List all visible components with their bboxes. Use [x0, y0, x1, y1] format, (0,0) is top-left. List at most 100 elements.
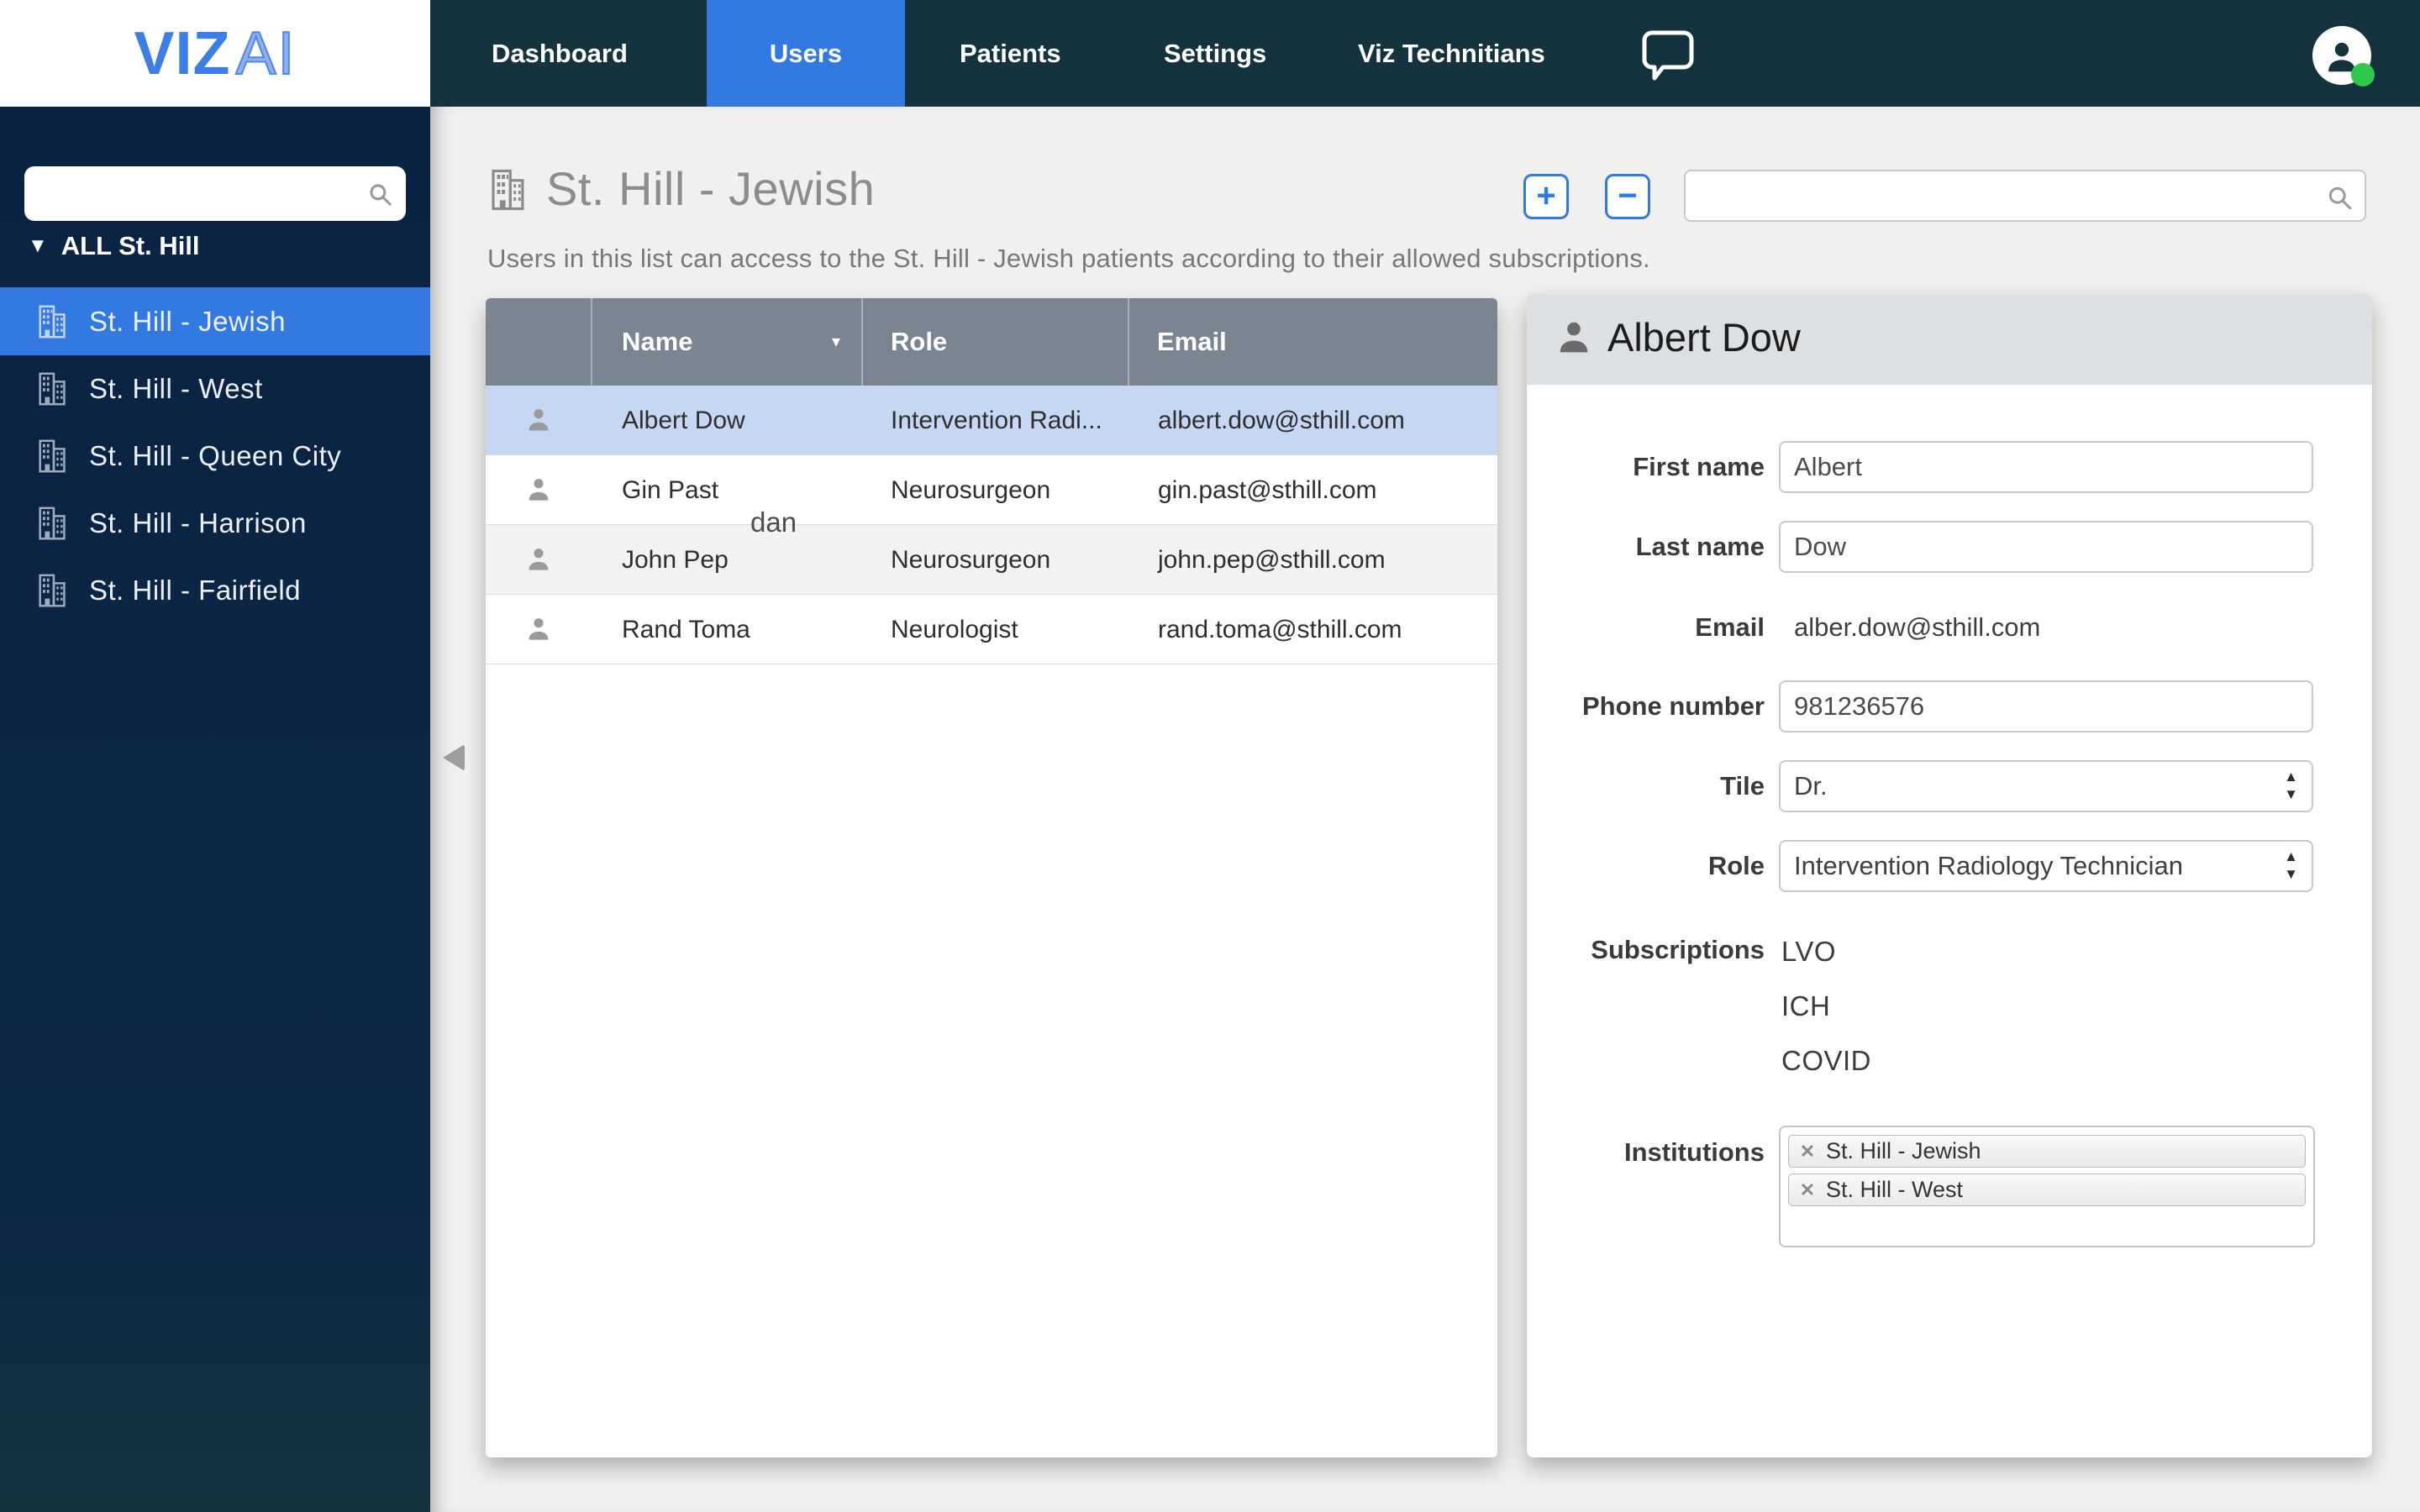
sidebar-item-st-hill-west[interactable]: St. Hill - West [0, 354, 430, 423]
table-row[interactable]: John Pep dan Neurosurgeon john.pep@sthil… [486, 507, 1497, 595]
institutions-label: Institutions [1623, 1137, 1765, 1167]
last-name-field-box [1779, 521, 2313, 573]
detail-user-name: Albert Dow [1607, 315, 1801, 360]
person-icon [523, 474, 555, 510]
cell-role: Intervention Radi... [891, 407, 1102, 434]
buildings-icon [34, 437, 72, 475]
online-status-dot [2351, 63, 2375, 87]
person-icon [1552, 316, 1596, 364]
nav-item-dashboard[interactable]: Dashboard [492, 0, 628, 107]
institution-tag: ✕ St. Hill - West [1788, 1173, 2306, 1206]
cell-name: Rand Toma [622, 616, 750, 643]
person-icon [523, 543, 555, 580]
floating-edit-text: dan [750, 507, 797, 538]
cell-role: Neurosurgeon [891, 476, 1051, 504]
column-header-email[interactable]: Email [1157, 298, 1227, 386]
first-name-label: First name [1633, 452, 1765, 481]
users-search [1684, 170, 2366, 222]
title-select-value: Dr. [1794, 771, 1828, 801]
institution-tag-label: St. Hill - Jewish [1826, 1138, 1981, 1163]
logo-ai-text: AI [234, 19, 297, 88]
chat-bubble-icon[interactable] [1640, 29, 1696, 81]
email-label: Email [1695, 612, 1765, 642]
phone-number-field[interactable] [1794, 682, 2265, 731]
remove-user-button[interactable]: − [1605, 174, 1650, 219]
institutions-multiselect[interactable]: ✕ St. Hill - Jewish ✕ St. Hill - West [1779, 1126, 2315, 1247]
cell-name: John Pep [622, 546, 729, 574]
cell-email: gin.past@sthill.com [1158, 476, 1377, 504]
buildings-icon [34, 370, 72, 408]
subscription-item: LVO [1781, 936, 1837, 967]
title-label: Tile [1720, 771, 1765, 801]
cell-email: john.pep@sthill.com [1158, 546, 1386, 574]
sidebar-item-st-hill-fairfield[interactable]: St. Hill - Fairfield [0, 556, 430, 624]
sidebar-item-label: St. Hill - Queen City [89, 439, 342, 471]
sidebar-item-st-hill-jewish[interactable]: St. Hill - Jewish [0, 287, 430, 355]
page-title: St. Hill - Jewish [546, 162, 876, 215]
column-divider [1128, 298, 1129, 386]
page-subtitle: Users in this list can access to the St.… [487, 244, 1650, 273]
role-label: Role [1707, 851, 1765, 880]
users-search-input[interactable] [1699, 171, 2312, 220]
nav-item-patients[interactable]: Patients [960, 0, 1061, 107]
sort-descending-icon[interactable]: ▾ [832, 298, 840, 386]
app-logo: VIZ AI [0, 0, 430, 107]
cell-name: Gin Past [622, 476, 719, 504]
institution-tag: ✕ St. Hill - Jewish [1788, 1135, 2306, 1168]
table-row[interactable]: Gin Past Neurosurgeon gin.past@sthill.co… [486, 455, 1497, 525]
sidebar-search-input[interactable] [39, 166, 359, 221]
person-icon [523, 613, 555, 649]
remove-tag-icon[interactable]: ✕ [1789, 1141, 1826, 1163]
sidebar-item-label: St. Hill - Fairfield [89, 574, 302, 606]
role-select-value: Intervention Radiology Technician [1794, 851, 2184, 880]
spinner-arrows-icon: ▲ ▼ [2284, 848, 2298, 882]
sidebar-search [24, 166, 406, 221]
cell-email: rand.toma@sthill.com [1158, 616, 1402, 643]
column-header-name[interactable]: Name [622, 298, 692, 386]
buildings-icon [34, 302, 72, 341]
users-table: Name ▾ Role Email Albert Dow Interventio… [486, 298, 1497, 1457]
detail-header: Albert Dow [1527, 294, 2372, 385]
first-name-field[interactable] [1794, 443, 2265, 491]
sidebar-item-st-hill-harrison[interactable]: St. Hill - Harrison [0, 489, 430, 557]
institution-tag-label: St. Hill - West [1826, 1177, 1964, 1202]
sidebar-item-label: St. Hill - West [89, 372, 263, 404]
user-avatar[interactable] [2312, 26, 2375, 87]
buildings-icon [34, 571, 72, 610]
sidebar-item-label: St. Hill - Harrison [89, 507, 307, 538]
table-header-row: Name ▾ Role Email [486, 298, 1497, 386]
buildings-icon [34, 504, 72, 543]
sidebar-item-label: St. Hill - Jewish [89, 305, 287, 337]
institutions-sidebar: ▼ ALL St. Hill St. Hill - Jewish St. Hil… [0, 107, 430, 1512]
subscriptions-label: Subscriptions [1591, 935, 1765, 964]
sidebar-group-all-st-hill[interactable]: ▼ ALL St. Hill [28, 229, 200, 263]
column-divider [591, 298, 592, 386]
title-select[interactable]: Dr. ▲ ▼ [1779, 760, 2313, 812]
add-user-button[interactable]: + [1523, 174, 1569, 219]
email-value: alber.dow@sthill.com [1794, 612, 2041, 642]
table-row[interactable]: Rand Toma Neurologist rand.toma@sthill.c… [486, 595, 1497, 664]
top-navbar: VIZ AI Dashboard Users Patients Settings … [0, 0, 2420, 107]
first-name-field-box [1779, 441, 2313, 493]
logo-viz-text: VIZ [134, 19, 231, 87]
nav-item-users[interactable]: Users [707, 0, 905, 107]
search-icon [366, 180, 394, 213]
sidebar-group-label: ALL St. Hill [60, 231, 200, 260]
sidebar-collapse-icon[interactable] [443, 744, 465, 771]
subscription-item: ICH [1781, 990, 1831, 1021]
last-name-field[interactable] [1794, 522, 2265, 571]
subscription-item: COVID [1781, 1045, 1872, 1076]
nav-item-settings[interactable]: Settings [1164, 0, 1266, 107]
phone-number-label: Phone number [1581, 691, 1765, 721]
cell-role: Neurologist [891, 616, 1018, 643]
role-select[interactable]: Intervention Radiology Technician ▲ ▼ [1779, 840, 2313, 892]
column-header-role[interactable]: Role [891, 298, 947, 386]
chevron-down-icon: ▼ [28, 234, 48, 257]
user-detail-panel: Albert Dow First name Last name Email al… [1527, 294, 2372, 1457]
sidebar-item-st-hill-queen-city[interactable]: St. Hill - Queen City [0, 422, 430, 490]
buildings-icon [486, 165, 531, 219]
column-divider [861, 298, 863, 386]
table-row[interactable]: Albert Dow Intervention Radi... albert.d… [486, 386, 1497, 455]
remove-tag-icon[interactable]: ✕ [1789, 1179, 1826, 1201]
nav-item-viz-technitians[interactable]: Viz Technitians [1358, 0, 1545, 107]
